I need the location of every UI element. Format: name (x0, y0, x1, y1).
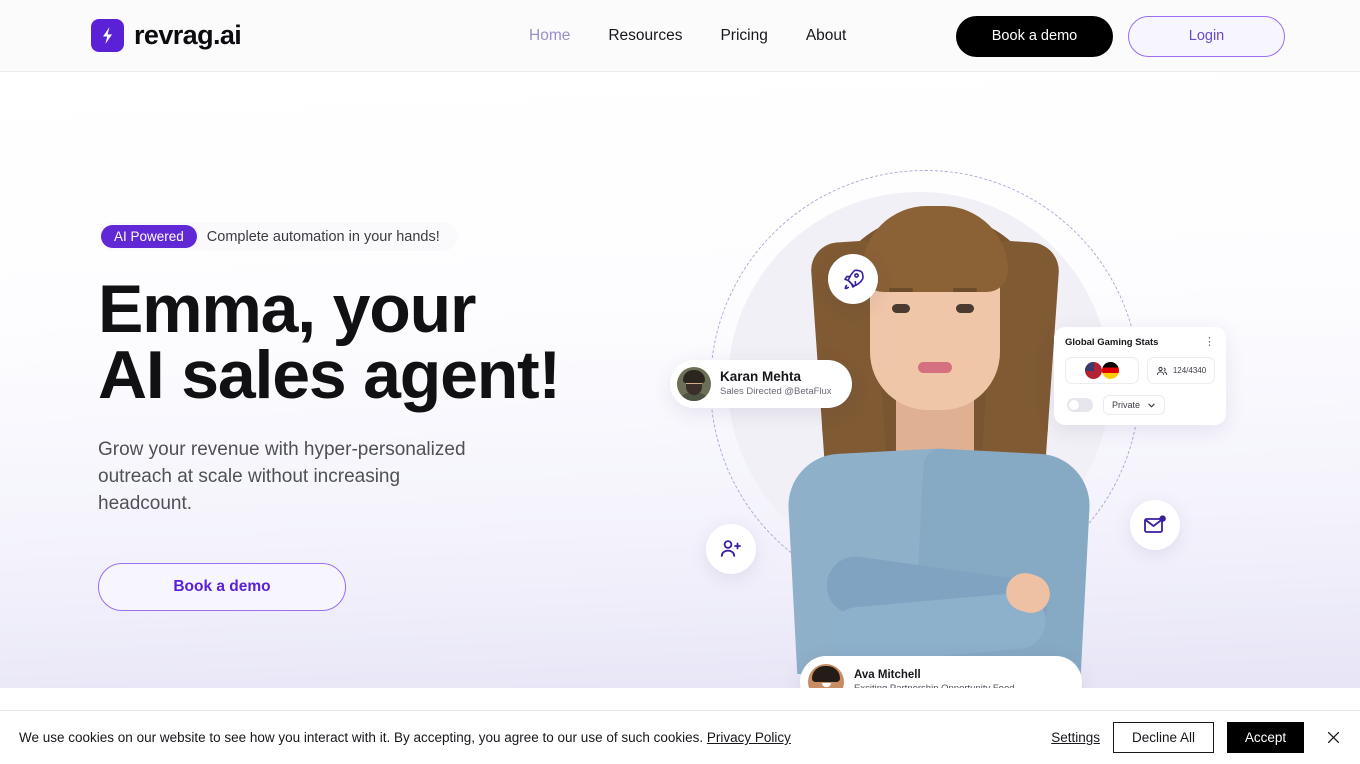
book-demo-button-header[interactable]: Book a demo (956, 16, 1113, 57)
karan-card-text: Karan Mehta Sales Directed @BetaFlux (720, 369, 832, 398)
ava-card-text: Ava Mitchell Exciting Partnership Opport… (854, 668, 1030, 688)
book-demo-button-hero[interactable]: Book a demo (98, 563, 346, 611)
accept-button[interactable]: Accept (1227, 722, 1304, 753)
brand-logo[interactable]: revrag.ai (91, 19, 241, 52)
message-card-ava[interactable]: Ava Mitchell Exciting Partnership Opport… (800, 656, 1082, 688)
main-navigation: Home Resources Pricing About (529, 0, 846, 72)
hero-subtitle: Grow your revenue with hyper-personalize… (98, 437, 498, 518)
stats-card[interactable]: Global Gaming Stats ⋮ 124/4340 Private (1054, 327, 1226, 425)
stats-card-title: Global Gaming Stats (1065, 337, 1158, 348)
nav-item-home[interactable]: Home (529, 27, 570, 45)
stats-card-header: Global Gaming Stats ⋮ (1065, 337, 1215, 348)
hero-badge-row: AI Powered Complete automation in your h… (98, 222, 458, 251)
stats-card-row: 124/4340 (1065, 357, 1215, 384)
add-user-icon (706, 524, 756, 574)
privacy-toggle[interactable] (1067, 398, 1093, 412)
people-icon (1156, 365, 1168, 377)
nav-item-pricing[interactable]: Pricing (720, 27, 767, 45)
chevron-down-icon (1147, 401, 1156, 410)
cookie-settings-button[interactable]: Settings (1051, 730, 1100, 745)
contact-name: Karan Mehta (720, 369, 832, 386)
lightning-bolt-icon (91, 19, 124, 52)
site-header: revrag.ai Home Resources Pricing About B… (0, 0, 1360, 72)
hero-copy: AI Powered Complete automation in your h… (98, 222, 618, 611)
rocket-icon (828, 254, 878, 304)
contact-card-karan[interactable]: Karan Mehta Sales Directed @BetaFlux (670, 360, 852, 408)
flags-pill (1065, 357, 1139, 384)
nav-item-resources[interactable]: Resources (608, 27, 682, 45)
page-title: Emma, your AI sales agent! (98, 277, 618, 409)
login-button[interactable]: Login (1128, 16, 1285, 57)
headline-line-2: AI sales agent! (98, 343, 618, 409)
avatar (808, 664, 844, 688)
cookie-consent-banner: We use cookies on our website to see how… (0, 710, 1360, 764)
cookie-banner-message: We use cookies on our website to see how… (19, 730, 703, 745)
contact-role: Sales Directed @BetaFlux (720, 386, 832, 398)
privacy-select[interactable]: Private (1103, 395, 1165, 415)
hero-illustration: Karan Mehta Sales Directed @BetaFlux Glo… (640, 112, 1320, 688)
member-count-value: 124/4340 (1173, 366, 1206, 375)
hero-section: AI Powered Complete automation in your h… (0, 72, 1360, 688)
cookie-banner-actions: Settings Decline All Accept (1051, 722, 1350, 753)
avatar (677, 367, 711, 401)
nav-item-about[interactable]: About (806, 27, 847, 45)
privacy-policy-link[interactable]: Privacy Policy (707, 730, 791, 745)
close-icon[interactable] (1317, 729, 1350, 746)
agent-portrait-image (770, 164, 1100, 674)
message-sender-name: Ava Mitchell (854, 668, 1030, 683)
status-badge: AI Powered (101, 225, 197, 248)
brand-name: revrag.ai (134, 20, 241, 51)
member-count-pill: 124/4340 (1147, 357, 1215, 384)
hero-badge-text: Complete automation in your hands!  (207, 228, 444, 245)
cookie-banner-text: We use cookies on our website to see how… (19, 730, 791, 745)
header-actions: Book a demo Login (956, 0, 1285, 72)
mail-notification-icon (1130, 500, 1180, 550)
decline-all-button[interactable]: Decline All (1113, 722, 1214, 753)
privacy-select-value: Private (1112, 400, 1140, 410)
headline-line-1: Emma, your (98, 277, 618, 343)
kebab-menu-icon[interactable]: ⋮ (1204, 338, 1215, 347)
us-flag-icon (1085, 362, 1102, 379)
germany-flag-icon (1102, 362, 1119, 379)
stats-card-footer: Private (1067, 395, 1215, 415)
